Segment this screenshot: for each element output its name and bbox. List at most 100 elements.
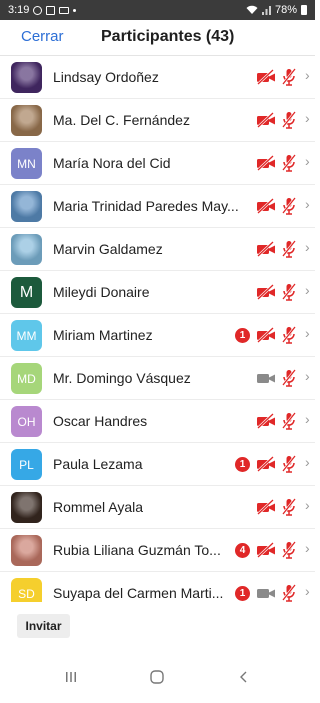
participant-row[interactable]: Lindsay Ordoñez › <box>0 56 315 99</box>
avatar-initials: SD <box>18 586 35 601</box>
back-button[interactable] <box>229 662 259 692</box>
chevron-right-icon: › <box>305 239 310 255</box>
close-button[interactable]: Cerrar <box>21 28 64 45</box>
avatar: M <box>11 277 42 308</box>
unread-chat-badge: 4 <box>235 543 250 558</box>
participant-name: Paula Lezama <box>53 456 143 472</box>
participant-row[interactable]: Ma. Del C. Fernández › <box>0 99 315 142</box>
mic-muted-icon <box>281 326 297 344</box>
participant-row[interactable]: MN María Nora del Cid › <box>0 142 315 185</box>
avatar <box>11 234 42 265</box>
video-off-icon <box>256 112 276 128</box>
mic-muted-icon <box>281 111 297 129</box>
participant-row[interactable]: M Mileydi Donaire › <box>0 271 315 314</box>
avatar-photo <box>11 105 42 136</box>
participant-name: Lindsay Ordoñez <box>53 69 159 85</box>
avatar <box>11 62 42 93</box>
mic-muted-icon <box>281 283 297 301</box>
avatar-initials: MD <box>17 371 36 386</box>
home-button[interactable] <box>142 662 172 692</box>
participant-list: Lindsay Ordoñez › Ma. Del C. Fernández › MN M… <box>0 56 315 615</box>
mic-muted-icon <box>281 498 297 516</box>
status-bar-right: 78% <box>246 4 307 16</box>
video-icon <box>256 370 276 386</box>
video-off-icon <box>256 413 276 429</box>
participant-name: Mr. Domingo Vásquez <box>53 370 191 386</box>
battery-icon <box>301 5 307 15</box>
participant-name: Mileydi Donaire <box>53 284 150 300</box>
unread-chat-badge: 1 <box>235 586 250 601</box>
chevron-right-icon: › <box>305 368 310 384</box>
mic-muted-icon <box>281 369 297 387</box>
avatar-initials: M <box>19 283 34 301</box>
avatar <box>11 492 42 523</box>
status-bar-left: 3:19 <box>8 4 77 16</box>
chevron-right-icon: › <box>305 282 310 298</box>
mic-muted-icon <box>281 154 297 172</box>
home-icon <box>150 669 165 684</box>
chevron-right-icon: › <box>305 411 310 427</box>
chevron-right-icon: › <box>305 110 310 126</box>
signal-icon <box>261 6 271 15</box>
video-off-icon <box>256 198 276 214</box>
avatar <box>11 105 42 136</box>
video-off-icon <box>256 284 276 300</box>
wifi-icon <box>246 5 258 14</box>
status-time: 3:19 <box>8 4 30 16</box>
cast-icon <box>59 6 70 14</box>
participant-row[interactable]: MD Mr. Domingo Vásquez › <box>0 357 315 400</box>
avatar-photo <box>11 492 42 523</box>
participant-row[interactable]: PL Paula Lezama 1 › <box>0 443 315 486</box>
notification-dot-icon <box>73 8 77 12</box>
avatar-initials: MN <box>17 156 36 171</box>
participant-name: Marvin Galdamez <box>53 241 163 257</box>
system-navigation-bar <box>0 650 315 703</box>
unread-chat-badge: 1 <box>235 328 250 343</box>
avatar: MN <box>11 148 42 179</box>
participant-row[interactable]: MM Miriam Martinez 1 › <box>0 314 315 357</box>
back-icon <box>239 671 247 682</box>
whatsapp-icon <box>33 5 43 15</box>
unread-chat-badge: 1 <box>235 457 250 472</box>
mic-muted-icon <box>281 584 297 602</box>
video-off-icon <box>256 542 276 558</box>
avatar: MD <box>11 363 42 394</box>
video-off-icon <box>256 499 276 515</box>
invite-button[interactable]: Invitar <box>17 614 70 638</box>
chevron-right-icon: › <box>305 540 310 556</box>
avatar: OH <box>11 406 42 437</box>
video-off-icon <box>256 327 276 343</box>
video-off-icon <box>256 456 276 472</box>
video-off-icon <box>256 69 276 85</box>
participant-name: Maria Trinidad Paredes May... <box>53 198 239 214</box>
gallery-icon <box>46 5 56 15</box>
participant-name: Rommel Ayala <box>53 499 144 515</box>
invite-bar: Invitar <box>0 602 315 650</box>
participant-row[interactable]: Rommel Ayala › <box>0 486 315 529</box>
avatar-initials: OH <box>17 414 36 429</box>
participant-row[interactable]: Maria Trinidad Paredes May... › <box>0 185 315 228</box>
participant-row[interactable]: Rubia Liliana Guzmán To... 4 › <box>0 529 315 572</box>
participant-name: María Nora del Cid <box>53 155 171 171</box>
chevron-right-icon: › <box>305 153 310 169</box>
chevron-right-icon: › <box>305 67 310 83</box>
avatar-photo <box>11 535 42 566</box>
participant-row[interactable]: OH Oscar Handres › <box>0 400 315 443</box>
recent-apps-button[interactable] <box>56 662 86 692</box>
participant-row[interactable]: Marvin Galdamez › <box>0 228 315 271</box>
avatar-initials: PL <box>19 457 34 472</box>
avatar-photo <box>11 191 42 222</box>
battery-percentage: 78% <box>274 4 297 16</box>
recent-apps-icon <box>66 671 77 682</box>
participant-name: Miriam Martinez <box>53 327 153 343</box>
status-bar: 3:19 78% <box>0 0 315 20</box>
participant-name: Rubia Liliana Guzmán To... <box>53 542 221 558</box>
avatar: MM <box>11 320 42 351</box>
video-off-icon <box>256 155 276 171</box>
video-off-icon <box>256 241 276 257</box>
participant-name: Ma. Del C. Fernández <box>53 112 190 128</box>
avatar: PL <box>11 449 42 480</box>
participant-name: Oscar Handres <box>53 413 148 429</box>
avatar <box>11 191 42 222</box>
avatar-photo <box>11 62 42 93</box>
